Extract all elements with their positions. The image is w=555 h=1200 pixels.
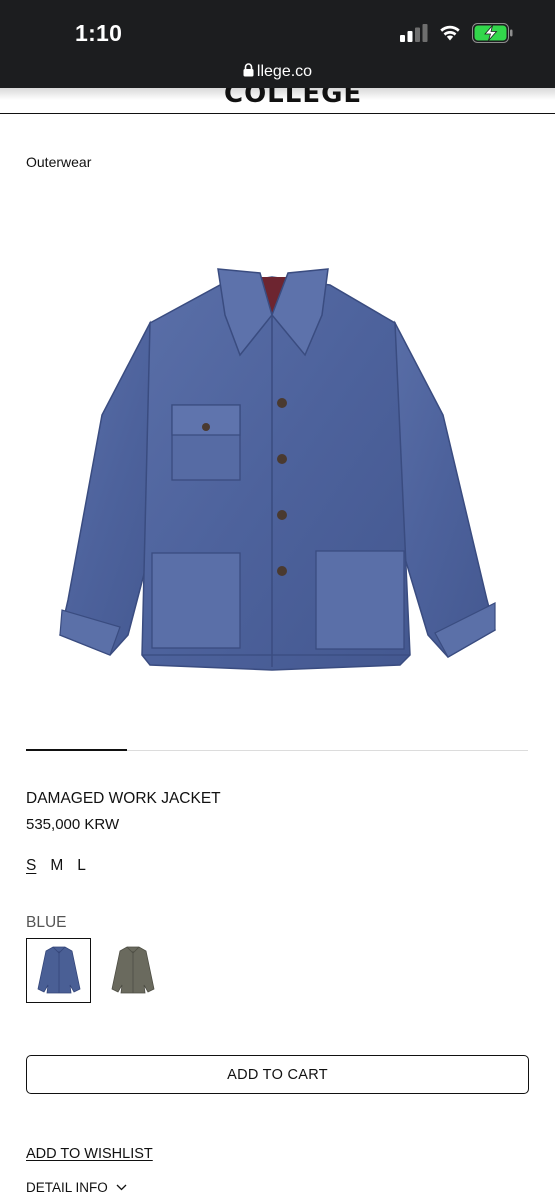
size-selector: S M L (26, 857, 86, 875)
size-option-m[interactable]: M (50, 857, 63, 875)
add-to-cart-button[interactable]: ADD TO CART (26, 1055, 529, 1094)
detail-info-label: DETAIL INFO (26, 1180, 108, 1195)
blue-jacket-swatch[interactable] (26, 938, 91, 1003)
selected-color-name: BLUE (26, 914, 67, 931)
status-bar: 1:10 llege.co (0, 0, 555, 88)
detail-info-toggle[interactable]: DETAIL INFO (26, 1180, 127, 1195)
chevron-down-icon (116, 1184, 127, 1191)
size-option-s[interactable]: S (26, 857, 36, 875)
denim-jacket-image (59, 268, 496, 671)
address-bar[interactable]: llege.co (0, 63, 555, 81)
site-header: COLLEGE (0, 88, 555, 114)
battery-charging-icon (472, 23, 513, 43)
gallery-progress-indicator (26, 749, 127, 751)
blue-jacket-thumbnail (37, 946, 80, 993)
gray-jacket-swatch[interactable] (100, 938, 165, 1003)
add-to-wishlist-link[interactable]: ADD TO WISHLIST (26, 1146, 153, 1162)
product-name: DAMAGED WORK JACKET (26, 790, 221, 807)
lock-icon (243, 63, 254, 77)
product-price: 535,000 KRW (26, 816, 120, 833)
status-time: 1:10 (75, 20, 123, 46)
url-text: llege.co (256, 63, 313, 80)
breadcrumb-category[interactable]: Outerwear (26, 154, 91, 170)
cellular-signal-icon (400, 24, 428, 42)
site-logo[interactable]: COLLEGE (224, 88, 362, 109)
gray-jacket-thumbnail (111, 946, 154, 993)
size-option-l[interactable]: L (77, 857, 86, 875)
wifi-icon (440, 25, 460, 41)
